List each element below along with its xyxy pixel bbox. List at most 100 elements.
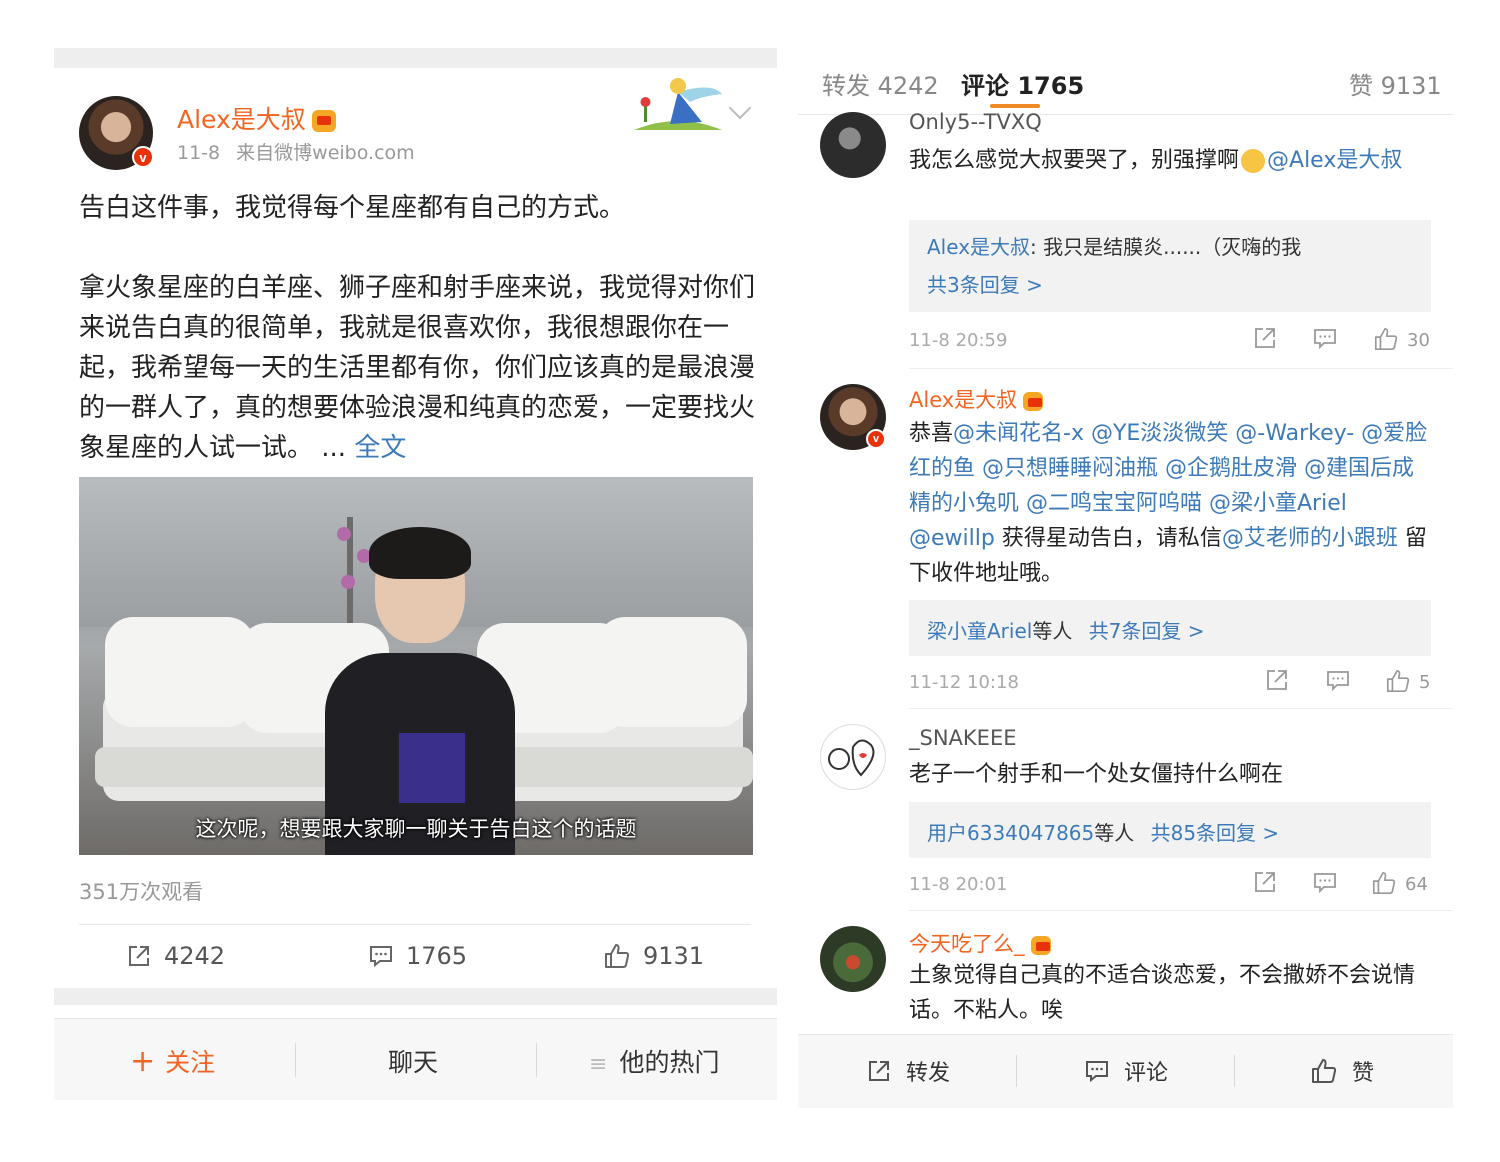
post-paragraph: 告白这件事，我觉得每个星座都有自己的方式。 xyxy=(79,193,626,223)
profile-bottom-bar: + 关注 聊天 ≡ 他的热门 xyxy=(54,1018,777,1100)
comment-time: 11-8 20:59 xyxy=(909,330,1008,351)
comment-footer: 11-8 20:01 64 xyxy=(909,870,1431,900)
comment-like-count: 30 xyxy=(1407,330,1430,351)
post-date: 11-8 xyxy=(177,142,221,164)
video-pillow xyxy=(105,617,255,727)
reply-preview[interactable]: Alex是大叔: 我只是结膜炎......（灭嗨的我 共3条回复 > xyxy=(909,220,1431,312)
comment-footer: 11-8 20:59 30 xyxy=(909,326,1431,356)
commenter-avatar[interactable] xyxy=(820,112,886,178)
comment-text: 老子一个射手和一个处女僵持什么啊在 xyxy=(909,762,1284,787)
divider xyxy=(536,1043,537,1077)
comment-icon[interactable] xyxy=(1313,326,1337,350)
repost-action[interactable]: 4242 xyxy=(126,938,225,974)
more-replies-link[interactable]: 共3条回复 > xyxy=(927,266,1413,304)
comment-like-count: 5 xyxy=(1419,672,1431,693)
divider xyxy=(909,910,1453,911)
full-text-link[interactable]: 全文 xyxy=(354,433,406,463)
smile-emoji-icon xyxy=(1241,149,1266,173)
bottom-separator xyxy=(54,988,777,1005)
more-replies-link[interactable]: 共7条回复 > xyxy=(1089,619,1205,643)
more-replies-link[interactable]: 共85条回复 > xyxy=(1151,821,1280,845)
comment-button[interactable]: 评论 xyxy=(1084,1055,1168,1087)
repost-icon[interactable] xyxy=(1253,870,1277,894)
comment-like-count: 64 xyxy=(1405,874,1428,895)
post-meta: 11-8 来自微博weibo.com xyxy=(177,138,425,165)
crown-icon xyxy=(1023,391,1044,411)
thumbs-up-icon[interactable] xyxy=(1385,668,1411,694)
weibo-post-panel: v Alex是大叔 11-8 来自微博weibo.com 告白这件事，我觉得每个… xyxy=(54,48,777,1100)
tab-repost[interactable]: 转发 4242 xyxy=(822,66,939,101)
comment-icon[interactable] xyxy=(1313,870,1337,894)
commenter-avatar[interactable] xyxy=(820,926,886,992)
comment-icon xyxy=(1086,1061,1108,1083)
view-count: 351万次观看 xyxy=(79,880,204,904)
author-name[interactable]: Alex是大叔 xyxy=(177,100,336,136)
thumbs-up-icon xyxy=(1312,1059,1337,1083)
repost-button[interactable]: 转发 xyxy=(866,1055,950,1087)
tab-comments[interactable]: 评论 1765 xyxy=(961,66,1084,101)
commenter-name[interactable]: Only5--TVXQ xyxy=(909,110,1042,134)
divider xyxy=(1016,1055,1017,1087)
reply-user-link[interactable]: 梁小童Ariel xyxy=(927,619,1032,643)
divider xyxy=(295,1043,296,1077)
post-paragraph: 拿火象星座的白羊座、狮子座和射手座来说，我觉得对你们来说告白真的很简单，我就是很… xyxy=(79,273,756,463)
comment-bottom-bar: 转发 评论 赞 xyxy=(798,1034,1453,1108)
commenter-avatar[interactable] xyxy=(820,724,886,790)
repost-count: 4242 xyxy=(164,942,226,970)
comment-icon xyxy=(370,946,392,968)
menu-icon: ≡ xyxy=(589,1052,608,1077)
tab-likes[interactable]: 赞 9131 xyxy=(1349,66,1442,101)
comment-icon[interactable] xyxy=(1326,668,1350,692)
little-prince-sticker-icon xyxy=(634,78,722,130)
comment-footer: 11-12 10:18 5 xyxy=(909,668,1431,698)
divider xyxy=(79,924,751,925)
chevron-down-icon[interactable] xyxy=(728,96,752,120)
comment-text: 土象觉得自己真的不适合谈恋爱，不会撒娇不会说情话。不粘人。唉 xyxy=(909,963,1416,1023)
reply-preview[interactable]: 梁小童Ariel等人 共7条回复 > xyxy=(909,600,1431,656)
post-body: 告白这件事，我觉得每个星座都有自己的方式。 拿火象星座的白羊座、狮子座和射手座来… xyxy=(79,188,759,468)
divider xyxy=(909,708,1453,709)
hot-posts-button[interactable]: ≡ 他的热门 xyxy=(589,1043,719,1079)
commenter-name[interactable]: _SNAKEEE xyxy=(909,726,1016,750)
reply-preview[interactable]: 用户6334047865等人 共85条回复 > xyxy=(909,802,1431,858)
comment-time: 11-8 20:01 xyxy=(909,874,1008,895)
comment-text: 我怎么感觉大叔要哭了，别强撑啊 @Alex是大叔 xyxy=(909,148,1403,173)
comment-text: 恭喜@未闻花名-x @YE淡淡微笑 @-Warkey- @爱脸红的鱼 @只想睡睡… xyxy=(909,421,1428,586)
divider xyxy=(798,114,1453,115)
thumbs-up-icon[interactable] xyxy=(1373,326,1399,352)
repost-icon xyxy=(869,1061,889,1081)
follow-button[interactable]: + 关注 xyxy=(130,1043,215,1079)
video-presenter xyxy=(325,527,515,855)
like-button[interactable]: 赞 xyxy=(1310,1055,1374,1087)
commenter-name[interactable]: 今天吃了么_ xyxy=(909,928,1051,958)
video-pillow xyxy=(597,617,747,727)
video-gift-box xyxy=(399,733,465,803)
comment-time: 11-12 10:18 xyxy=(909,672,1019,693)
mention-link[interactable]: @艾老师的小跟班 xyxy=(1222,526,1398,551)
repost-icon xyxy=(129,946,149,966)
thumbs-up-icon[interactable] xyxy=(1371,870,1397,896)
commenter-name[interactable]: Alex是大叔 xyxy=(909,384,1044,414)
repost-icon[interactable] xyxy=(1265,668,1289,692)
divider xyxy=(1234,1055,1235,1087)
reply-text: : 我只是结膜炎......（灭嗨的我 xyxy=(1030,235,1302,259)
crown-icon xyxy=(1030,935,1051,955)
reply-user-link[interactable]: Alex是大叔 xyxy=(927,235,1030,259)
like-count: 9131 xyxy=(643,942,705,970)
video-player[interactable]: 这次呢，想要跟大家聊一聊关于告白这个的话题 xyxy=(79,477,753,855)
divider xyxy=(909,368,1453,369)
like-action[interactable]: 9131 xyxy=(603,938,704,974)
interaction-tabs: 转发 4242 评论 1765 赞 9131 xyxy=(798,48,1453,114)
crown-icon xyxy=(311,110,336,132)
chat-button[interactable]: 聊天 xyxy=(388,1043,438,1079)
post-source: 来自微博weibo.com xyxy=(236,142,415,164)
comment-action[interactable]: 1765 xyxy=(368,938,467,974)
active-tab-indicator xyxy=(990,104,1040,108)
top-separator xyxy=(54,48,777,68)
heart-sketch-icon xyxy=(828,739,875,777)
mention-link[interactable]: @Alex是大叔 xyxy=(1267,148,1402,173)
repost-icon[interactable] xyxy=(1253,326,1277,350)
reply-user-link[interactable]: 用户6334047865 xyxy=(927,821,1094,845)
verified-badge-icon: v xyxy=(132,146,154,168)
plus-icon: + xyxy=(130,1044,156,1079)
